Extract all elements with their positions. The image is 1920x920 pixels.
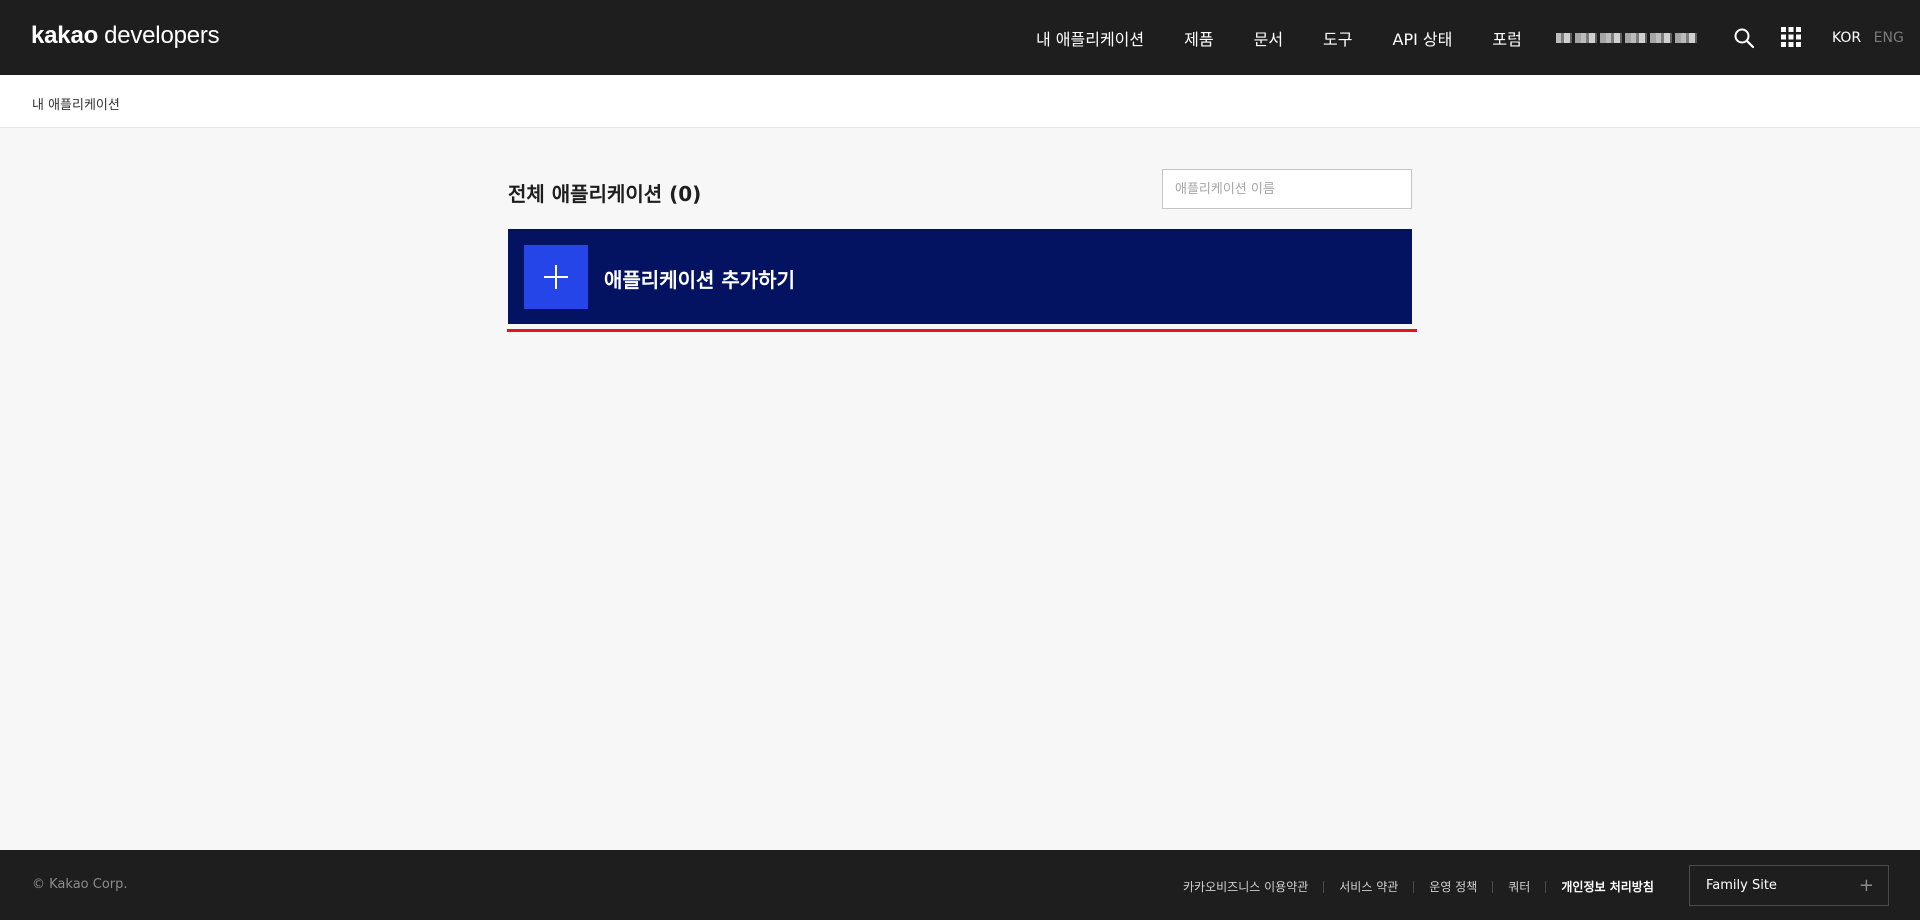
lang-kor[interactable]: KOR xyxy=(1832,30,1861,46)
footer-divider xyxy=(1545,880,1547,893)
nav-my-applications[interactable]: 내 애플리케이션 xyxy=(1036,26,1144,50)
apps-grid-icon[interactable] xyxy=(1780,26,1802,48)
user-account-obscured[interactable] xyxy=(1556,33,1698,43)
footer-links: 카카오비즈니스 이용약관 서비스 약관 운영 정책 쿼터 개인정보 처리방침 xyxy=(1183,878,1654,895)
footer-link-business-terms[interactable]: 카카오비즈니스 이용약관 xyxy=(1183,878,1308,895)
breadcrumb: 내 애플리케이션 xyxy=(32,98,120,113)
nav-api-status[interactable]: API 상태 xyxy=(1393,26,1453,50)
kakao-developers-logo[interactable]: kakao developers xyxy=(31,22,220,50)
plus-icon xyxy=(524,245,588,309)
logo-kakao: kakao xyxy=(31,22,99,49)
search-icon[interactable] xyxy=(1733,27,1755,49)
footer-divider xyxy=(1492,880,1494,893)
footer-divider xyxy=(1413,880,1415,893)
application-search-input[interactable] xyxy=(1162,169,1412,209)
nav-products[interactable]: 제품 xyxy=(1184,26,1213,50)
top-header: kakao developers 내 애플리케이션 제품 문서 도구 API 상태… xyxy=(0,0,1920,75)
copyright: © Kakao Corp. xyxy=(32,877,128,892)
family-site-dropdown[interactable]: Family Site + xyxy=(1689,865,1889,906)
add-application-button[interactable]: 애플리케이션 추가하기 xyxy=(508,229,1412,324)
nav-forum[interactable]: 포럼 xyxy=(1492,26,1521,50)
footer-link-quota[interactable]: 쿼터 xyxy=(1508,878,1530,895)
breadcrumb-bar: 내 애플리케이션 xyxy=(0,75,1920,128)
nav-docs[interactable]: 문서 xyxy=(1254,26,1283,50)
lang-eng[interactable]: ENG xyxy=(1874,30,1904,46)
language-switch: KOR ENG xyxy=(1832,30,1904,46)
footer-link-service-terms[interactable]: 서비스 약관 xyxy=(1339,878,1398,895)
footer-link-privacy-policy[interactable]: 개인정보 처리방침 xyxy=(1561,878,1654,895)
footer-divider xyxy=(1323,880,1325,893)
logo-developers: developers xyxy=(104,22,220,49)
page-title: 전체 애플리케이션 (0) xyxy=(508,182,702,206)
footer: © Kakao Corp. 카카오비즈니스 이용약관 서비스 약관 운영 정책 … xyxy=(0,850,1920,920)
family-site-label: Family Site xyxy=(1706,878,1777,893)
add-application-label: 애플리케이션 추가하기 xyxy=(604,268,795,292)
nav-tools[interactable]: 도구 xyxy=(1323,26,1352,50)
highlight-underline xyxy=(507,329,1417,332)
main-nav: 내 애플리케이션 제품 문서 도구 API 상태 포럼 xyxy=(1036,0,1522,75)
plus-icon: + xyxy=(1858,875,1874,896)
footer-link-operation-policy[interactable]: 운영 정책 xyxy=(1429,878,1477,895)
